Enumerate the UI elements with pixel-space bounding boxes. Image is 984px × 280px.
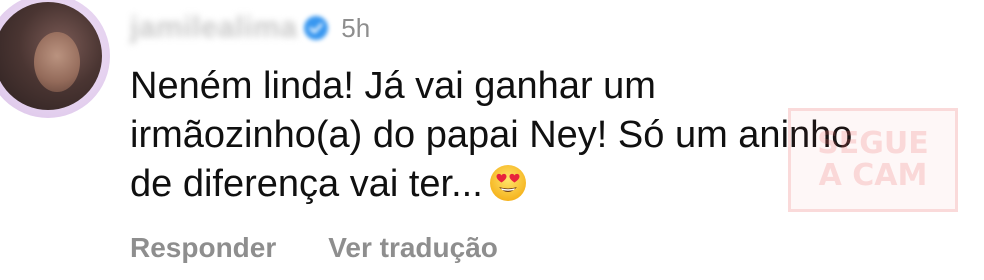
avatar-photo bbox=[34, 32, 80, 92]
comment-line-1: Neném linda! Já vai ganhar um bbox=[130, 65, 656, 107]
comment-line-2: irmãozinho(a) do papai Ney! Só um aninho bbox=[130, 114, 853, 156]
reply-button[interactable]: Responder bbox=[130, 232, 276, 264]
comment-line-3: de diferença vai ter... bbox=[130, 163, 483, 205]
comment-header: jamilealima 5h bbox=[130, 8, 370, 48]
watermark-logo: SEGUE A CAM bbox=[788, 108, 958, 212]
comment-actions: Responder Ver tradução bbox=[130, 232, 498, 264]
comment: jamilealima 5h Neném linda! Já vai ganha… bbox=[0, 0, 984, 280]
username[interactable]: jamilealima bbox=[130, 11, 297, 45]
timestamp: 5h bbox=[341, 12, 371, 43]
watermark-line-2: A CAM bbox=[818, 158, 928, 193]
verified-badge-icon bbox=[304, 16, 329, 40]
watermark-line-1: SEGUE bbox=[817, 126, 929, 161]
heart-eyes-emoji-icon bbox=[489, 165, 526, 201]
see-translation-button[interactable]: Ver tradução bbox=[328, 232, 498, 264]
